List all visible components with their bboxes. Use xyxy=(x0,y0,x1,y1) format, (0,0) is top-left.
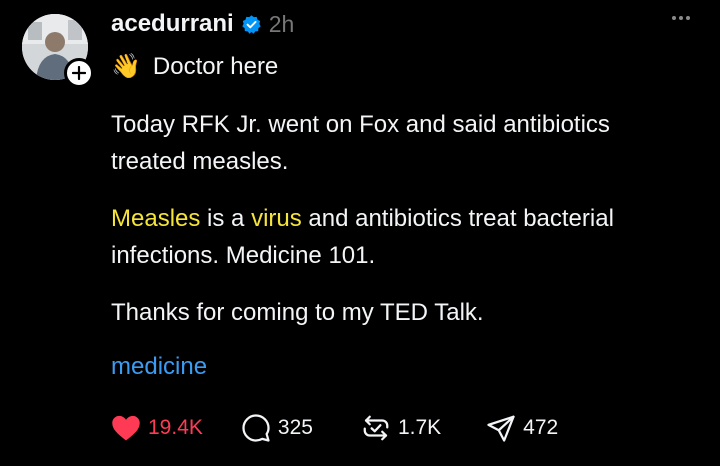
heart-icon xyxy=(112,415,140,441)
repost-count: 1.7K xyxy=(397,416,442,439)
like-button[interactable]: 19.4K xyxy=(111,414,203,442)
paragraph-3: Thanks for coming to my TED Talk. xyxy=(111,299,484,326)
highlight-measles: Measles xyxy=(111,205,201,232)
paragraph-2: Measles is a virus and antibiotics treat… xyxy=(111,200,691,274)
username-link[interactable]: acedurrani xyxy=(111,10,234,38)
reply-icon xyxy=(242,414,270,442)
reply-count: 325 xyxy=(277,416,313,439)
verified-badge-icon xyxy=(241,14,262,35)
action-bar: 19.4K 325 1.7K 472 xyxy=(111,410,558,446)
paragraph-2-text-a: is a xyxy=(200,205,252,232)
post-body: Today RFK Jr. went on Fox and said antib… xyxy=(111,106,691,351)
paragraph-1: Today RFK Jr. went on Fox and said antib… xyxy=(111,111,610,175)
repost-button[interactable]: 1.7K xyxy=(361,413,441,443)
subtitle-text: Doctor here xyxy=(152,52,279,80)
share-button[interactable]: 472 xyxy=(486,413,558,443)
more-options-icon[interactable] xyxy=(672,16,690,20)
follow-plus-icon[interactable] xyxy=(64,58,94,88)
post-header: acedurrani 2h xyxy=(111,10,294,38)
waving-hand-icon: 👋 xyxy=(111,53,141,80)
post-timestamp[interactable]: 2h xyxy=(269,11,295,38)
like-count: 19.4K xyxy=(148,416,203,439)
highlight-virus: virus xyxy=(251,205,302,232)
share-count: 472 xyxy=(523,416,559,439)
share-icon xyxy=(487,415,515,442)
reply-button[interactable]: 325 xyxy=(241,413,313,443)
avatar-container[interactable] xyxy=(22,14,94,88)
post-subtitle: 👋 Doctor here xyxy=(111,52,278,81)
topic-tag[interactable]: medicine xyxy=(111,353,207,381)
repost-icon xyxy=(363,415,389,441)
